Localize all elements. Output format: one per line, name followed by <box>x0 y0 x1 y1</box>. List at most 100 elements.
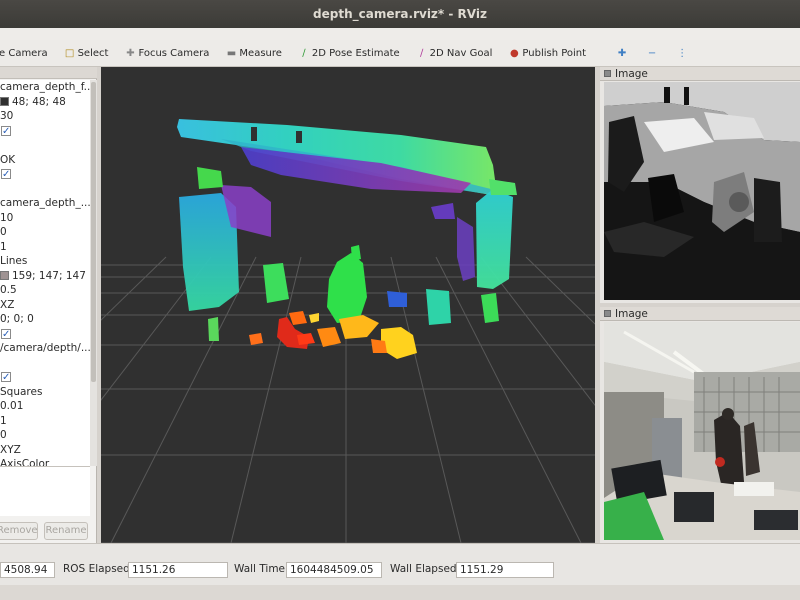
displays-panel: camera_depth_f... 48; 48; 48 30 ✓ OK ✓ camera_… <box>0 67 97 543</box>
display-property-row[interactable]: AxisColor <box>0 457 90 466</box>
display-property-row[interactable]: Lines <box>0 254 90 269</box>
display-property-value: XYZ <box>0 443 21 456</box>
display-property-row[interactable]: ✓ <box>0 167 90 182</box>
remove-tool-icon: − <box>647 47 657 59</box>
displays-scrollbar[interactable] <box>90 80 97 466</box>
display-property-value: 10 <box>0 211 14 224</box>
display-property-row[interactable]: 0.01 <box>0 399 90 414</box>
displays-tree[interactable]: camera_depth_f... 48; 48; 48 30 ✓ OK ✓ camera_… <box>0 80 90 466</box>
display-property-row[interactable]: Squares <box>0 385 90 400</box>
display-property-row[interactable]: OK <box>0 153 90 168</box>
display-property-row[interactable]: 48; 48; 48 <box>0 95 90 110</box>
move-camera-label: e Camera <box>0 47 48 59</box>
property-checkbox[interactable]: ✓ <box>1 328 11 339</box>
status-bar <box>0 585 800 600</box>
display-property-value: camera_depth_... <box>0 197 90 209</box>
remove-tool-button[interactable]: − <box>642 42 665 64</box>
window-title: depth_camera.rviz* - RViz <box>313 7 487 21</box>
display-property-row[interactable]: XZ <box>0 298 90 313</box>
display-property-row[interactable] <box>0 182 90 197</box>
nav-goal-label: 2D Nav Goal <box>429 47 493 59</box>
display-property-row[interactable]: 0; 0; 0 <box>0 312 90 327</box>
color-image-view <box>604 322 800 540</box>
panel-float-icon[interactable] <box>604 70 611 77</box>
display-property-value: /camera/depth/... <box>0 342 90 354</box>
display-property-row[interactable]: camera_depth_f... <box>0 80 90 95</box>
publish-point-label: Publish Point <box>522 47 587 59</box>
display-property-row[interactable]: XYZ <box>0 443 90 458</box>
select-label: Select <box>77 47 109 59</box>
display-property-row[interactable]: 159; 147; 147 <box>0 269 90 284</box>
wall-time-field[interactable]: 1604484509.05 <box>286 562 382 578</box>
property-checkbox[interactable]: ✓ <box>1 125 11 136</box>
measure-label: Measure <box>239 47 282 59</box>
tool-options-icon: ⋮ <box>677 47 688 59</box>
displays-scrollbar-thumb[interactable] <box>91 82 96 382</box>
ros-elapsed-field[interactable]: 1151.26 <box>128 562 228 578</box>
property-checkbox[interactable]: ✓ <box>1 372 11 383</box>
publish-point-tool[interactable]: ● Publish Point <box>504 42 591 64</box>
color-image-panel-header: Image <box>600 307 800 321</box>
wall-elapsed-label: Wall Elapsed: <box>390 563 461 575</box>
ros-time-field[interactable]: 4508.94 <box>0 562 55 578</box>
display-property-value: AxisColor <box>0 458 50 466</box>
remove-display-button[interactable]: Remove <box>0 522 38 540</box>
display-property-row[interactable]: 0 <box>0 428 90 443</box>
display-property-row[interactable]: 1 <box>0 240 90 255</box>
person-points <box>327 253 367 323</box>
display-property-value: 30 <box>0 110 14 122</box>
display-property-row[interactable]: ✓ <box>0 124 90 139</box>
pose-estimate-tool[interactable]: ∕ 2D Pose Estimate <box>294 42 405 64</box>
display-property-row[interactable] <box>0 138 90 153</box>
depth-image-title: Image <box>615 68 648 80</box>
color-swatch <box>0 270 9 280</box>
ros-elapsed-label: ROS Elapsed: <box>63 563 134 575</box>
tool-bar: e Camera □ Select ✚ Focus Camera ▬ Measu… <box>0 40 800 67</box>
measure-icon: ▬ <box>226 47 237 59</box>
nav-goal-icon: ∕ <box>419 47 424 59</box>
select-tool[interactable]: □ Select <box>60 42 114 64</box>
property-checkbox[interactable]: ✓ <box>1 169 11 180</box>
depth-image-view <box>604 82 800 300</box>
display-property-value: OK <box>0 153 16 166</box>
nav-goal-tool[interactable]: ∕ 2D Nav Goal <box>412 42 498 64</box>
display-property-row[interactable]: ✓ <box>0 370 90 385</box>
display-property-value: 0.01 <box>0 400 24 412</box>
point-cloud-scene <box>101 119 595 543</box>
display-property-row[interactable]: ✓ <box>0 327 90 342</box>
display-property-row[interactable]: /camera/depth/... <box>0 341 90 356</box>
color-swatch <box>0 96 9 106</box>
pose-estimate-icon: ∕ <box>302 47 306 59</box>
pose-estimate-label: 2D Pose Estimate <box>311 47 400 59</box>
rename-display-button[interactable]: Rename <box>44 522 88 540</box>
color-image-title: Image <box>615 308 648 320</box>
wall-elapsed-field[interactable]: 1151.29 <box>456 562 554 578</box>
tool-options-button[interactable]: ⋮ <box>672 42 695 64</box>
render-3d-view[interactable] <box>101 67 595 543</box>
display-property-row[interactable] <box>0 356 90 371</box>
window-title-bar: depth_camera.rviz* - RViz <box>0 0 800 28</box>
add-tool-button[interactable]: ✚ <box>612 42 635 64</box>
display-property-row[interactable]: camera_depth_... <box>0 196 90 211</box>
select-icon: □ <box>64 47 75 59</box>
focus-camera-tool[interactable]: ✚ Focus Camera <box>120 42 214 64</box>
focus-camera-label: Focus Camera <box>138 47 210 59</box>
display-property-row[interactable]: 0 <box>0 225 90 240</box>
display-property-row[interactable]: 0.5 <box>0 283 90 298</box>
display-property-value: 0; 0; 0 <box>0 313 34 325</box>
depth-image <box>604 82 800 300</box>
panel-float-icon[interactable] <box>604 310 611 317</box>
depth-image-panel-header: Image <box>600 67 800 81</box>
focus-camera-icon: ✚ <box>126 47 135 59</box>
move-camera-tool[interactable]: e Camera <box>0 42 53 64</box>
display-buttons: Remove Rename <box>0 522 97 542</box>
display-property-row[interactable]: 10 <box>0 211 90 226</box>
display-property-row[interactable]: 1 <box>0 414 90 429</box>
color-image-panel: Image <box>600 307 800 543</box>
display-property-value: 0 <box>0 226 7 238</box>
display-property-value: 0 <box>0 429 7 441</box>
depth-image-panel: Image <box>600 67 800 303</box>
measure-tool[interactable]: ▬ Measure <box>221 42 287 64</box>
display-property-value: 1 <box>0 240 7 253</box>
display-property-row[interactable]: 30 <box>0 109 90 124</box>
